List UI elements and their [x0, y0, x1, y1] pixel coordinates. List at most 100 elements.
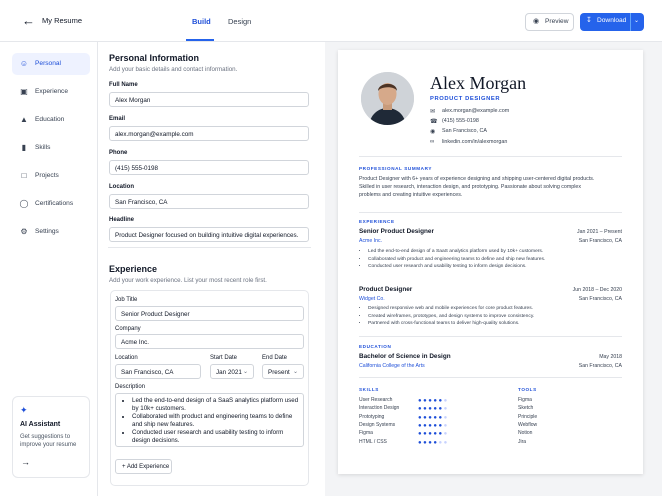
top-bar: ← My Resume Build Design ◉ Preview ↧ Dow…: [0, 0, 662, 42]
mail-icon: ✉: [430, 109, 436, 115]
tool-item: Principle: [518, 413, 538, 420]
sidebar-item-label: Settings: [35, 228, 59, 235]
tool-item: Sketch: [518, 405, 534, 412]
graduation-cap-icon: ▲: [20, 115, 28, 124]
experience-section-title: Experience: [109, 264, 158, 274]
download-label: Download: [597, 17, 627, 24]
job-dates: Jan 2021 – Present: [577, 229, 622, 235]
education-date: May 2018: [599, 354, 622, 360]
tab-build[interactable]: Build: [192, 17, 211, 26]
tab-design[interactable]: Design: [228, 17, 251, 26]
job-bullet: Partnered with cross-functional teams to…: [368, 320, 589, 328]
add-experience-button[interactable]: + Add Experience: [115, 459, 172, 474]
company-field[interactable]: Acme Inc.: [115, 334, 304, 349]
location-icon: ◉: [430, 129, 436, 135]
email-field[interactable]: alex.morgan@example.com: [109, 126, 309, 141]
ai-assistant-card[interactable]: ✦ AI Assistant Get suggestions to improv…: [12, 396, 90, 478]
summary-heading: PROFESSIONAL SUMMARY: [359, 166, 432, 171]
job-bullet: Created wireframes, prototypes, and desi…: [368, 313, 589, 321]
full-name-field[interactable]: Alex Morgan: [109, 92, 309, 107]
phone-label: Phone: [109, 150, 128, 156]
user-icon: ☺: [19, 59, 29, 68]
folder-icon: □: [21, 171, 27, 180]
education-degree: Bachelor of Science in Design: [359, 353, 451, 360]
description-textarea[interactable]: Led the end-to-end design of a SaaS anal…: [115, 393, 304, 447]
sidebar-item-education[interactable]: ▲ Education: [12, 109, 90, 131]
skills-heading: SKILLS: [359, 387, 379, 392]
exp-location-field[interactable]: San Francisco, CA: [115, 364, 201, 379]
section-divider: [108, 247, 311, 248]
chevron-down-icon[interactable]: ⌄: [634, 17, 639, 24]
phone-field[interactable]: (415) 555-0198: [109, 160, 309, 175]
sidebar-item-experience[interactable]: ▣ Experience: [12, 81, 90, 103]
job-title: Senior Product Designer: [359, 228, 434, 235]
phone-icon: ☎: [430, 119, 438, 125]
job-location: San Francisco, CA: [578, 238, 622, 244]
sidebar: ☺ Personal ▣ Experience ▲ Education ▮ Sk…: [0, 42, 98, 496]
headline-label: Headline: [109, 217, 135, 223]
description-bullet: Conducted user research and usability te…: [132, 429, 299, 445]
job-bullets: Led the end-to-end design of a SaaS anal…: [359, 248, 589, 271]
profile-photo: [361, 72, 414, 125]
summary-text: Product Designer with 6+ years of experi…: [359, 176, 595, 199]
sidebar-item-projects[interactable]: □ Projects: [12, 165, 90, 187]
full-name-label: Full Name: [109, 82, 138, 88]
link-icon: ∞: [430, 139, 435, 145]
resume-name: Alex Morgan: [430, 73, 527, 93]
email-label: Email: [109, 116, 126, 122]
job-title-field[interactable]: Senior Product Designer: [115, 306, 304, 321]
headline-field[interactable]: Product Designer focused on building int…: [109, 227, 309, 242]
preview-button[interactable]: ◉ Preview: [525, 13, 574, 31]
personal-section-title: Personal Information: [109, 53, 200, 63]
job-bullet: Led the end-to-end design of a SaaS anal…: [368, 248, 589, 256]
skill-name: Figma: [359, 430, 373, 437]
company-label: Company: [115, 326, 141, 332]
skill-rating-dots: ●●●●●●: [418, 406, 449, 412]
app-title: My Resume: [42, 16, 83, 25]
sidebar-item-label: Personal: [35, 60, 62, 67]
divider: [359, 156, 622, 157]
job-bullet: Conducted user research and usability te…: [368, 263, 589, 271]
tool-item: Webflow: [518, 421, 538, 428]
start-date-value: Jan 2021: [216, 369, 242, 376]
arrow-right-icon[interactable]: →: [21, 457, 30, 467]
job-bullets: Designed responsive web and mobile exper…: [359, 305, 589, 328]
split-divider: [630, 13, 631, 31]
sidebar-item-settings[interactable]: ⚙ Settings: [12, 221, 90, 243]
chevron-down-icon: ⌄: [242, 369, 248, 375]
sidebar-item-personal[interactable]: ☺ Personal: [12, 53, 90, 75]
chevron-down-icon: ⌄: [292, 369, 298, 375]
skill-rating-dots: ●●●●●●: [418, 415, 449, 421]
location-field[interactable]: San Francisco, CA: [109, 194, 309, 209]
skill-name: Design Systems: [359, 421, 396, 428]
divider: [359, 212, 622, 213]
education-school: California College of the Arts: [359, 363, 425, 369]
experience-section-subtitle: Add your work experience. List your most…: [109, 277, 267, 284]
start-date-select[interactable]: Jan 2021 ⌄: [210, 364, 254, 379]
skill-dot: ●: [443, 431, 449, 438]
contact-link-text: linkedin.com/in/alexmorgan: [442, 139, 508, 145]
sidebar-item-label: Education: [35, 116, 65, 123]
education-heading: EDUCATION: [359, 344, 392, 349]
experience-heading: EXPERIENCE: [359, 219, 395, 224]
sidebar-item-certifications[interactable]: ◯ Certifications: [12, 193, 90, 215]
sidebar-item-label: Certifications: [35, 200, 74, 207]
sidebar-item-label: Skills: [35, 144, 51, 151]
job-company: Widget Co.: [359, 296, 385, 302]
bar-chart-icon: ▮: [21, 143, 27, 152]
tool-item: Jira: [518, 438, 527, 445]
skill-dot: ●: [443, 406, 449, 413]
skill-name: Prototyping: [359, 413, 385, 420]
eye-icon: ◉: [533, 18, 540, 25]
add-experience-label: + Add Experience: [122, 464, 170, 470]
end-date-select[interactable]: Present ⌄: [262, 364, 304, 379]
skill-dot: ●: [443, 398, 449, 404]
skill-dot: ●: [443, 414, 449, 421]
download-button[interactable]: ↧ Download ⌄: [580, 13, 644, 31]
job-title: Product Designer: [359, 286, 413, 293]
back-arrow-icon[interactable]: ←: [22, 14, 36, 28]
sidebar-item-label: Experience: [35, 88, 68, 95]
education-location: San Francisco, CA: [578, 363, 622, 369]
end-date-label: End Date: [262, 355, 288, 361]
sidebar-item-skills[interactable]: ▮ Skills: [12, 137, 90, 159]
